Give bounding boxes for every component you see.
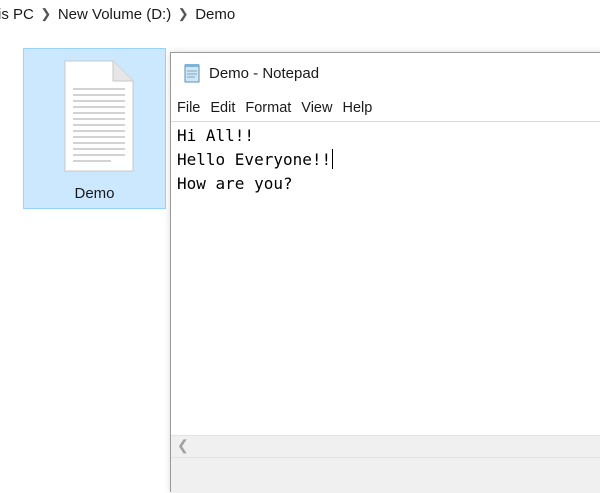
menu-view[interactable]: View: [296, 100, 337, 116]
text-editor-area[interactable]: Hi All!! Hello Everyone!! How are you?: [171, 121, 600, 435]
window-title: Demo - Notepad: [209, 64, 320, 82]
notepad-icon: [184, 64, 200, 83]
menu-format[interactable]: Format: [240, 100, 296, 116]
chevron-right-icon[interactable]: ❯: [38, 6, 54, 22]
menu-bar: File Edit Format View Help: [171, 97, 600, 119]
chevron-right-icon[interactable]: ❯: [175, 6, 191, 22]
notepad-window[interactable]: Demo - Notepad File Edit Format View Hel…: [170, 52, 600, 493]
notepad-titlebar[interactable]: Demo - Notepad: [171, 53, 600, 93]
breadcrumb-this-pc[interactable]: is PC: [0, 6, 38, 23]
breadcrumb: is PC ❯ New Volume (D:) ❯ Demo: [0, 0, 600, 28]
text-line: How are you?: [177, 174, 293, 193]
breadcrumb-demo[interactable]: Demo: [191, 6, 239, 23]
text-line: Hi All!!: [177, 126, 255, 145]
text-caret: [332, 149, 334, 169]
text-line: Hello Everyone!!: [177, 150, 332, 169]
editor-text[interactable]: Hi All!! Hello Everyone!! How are you?: [177, 124, 334, 196]
file-explorer-window: is PC ❯ New Volume (D:) ❯ Demo Demo Demo…: [0, 0, 600, 493]
horizontal-scrollbar[interactable]: ❮: [171, 435, 600, 457]
menu-edit[interactable]: Edit: [205, 100, 240, 116]
file-name-label: Demo: [74, 185, 115, 202]
menu-file[interactable]: File: [171, 100, 205, 116]
menu-help[interactable]: Help: [337, 100, 377, 116]
file-item-demo[interactable]: Demo: [23, 48, 166, 209]
text-line-with-caret: Hello Everyone!!: [177, 148, 334, 172]
breadcrumb-new-volume[interactable]: New Volume (D:): [54, 6, 175, 23]
chevron-left-icon[interactable]: ❮: [177, 437, 189, 454]
text-document-icon: [64, 60, 134, 172]
